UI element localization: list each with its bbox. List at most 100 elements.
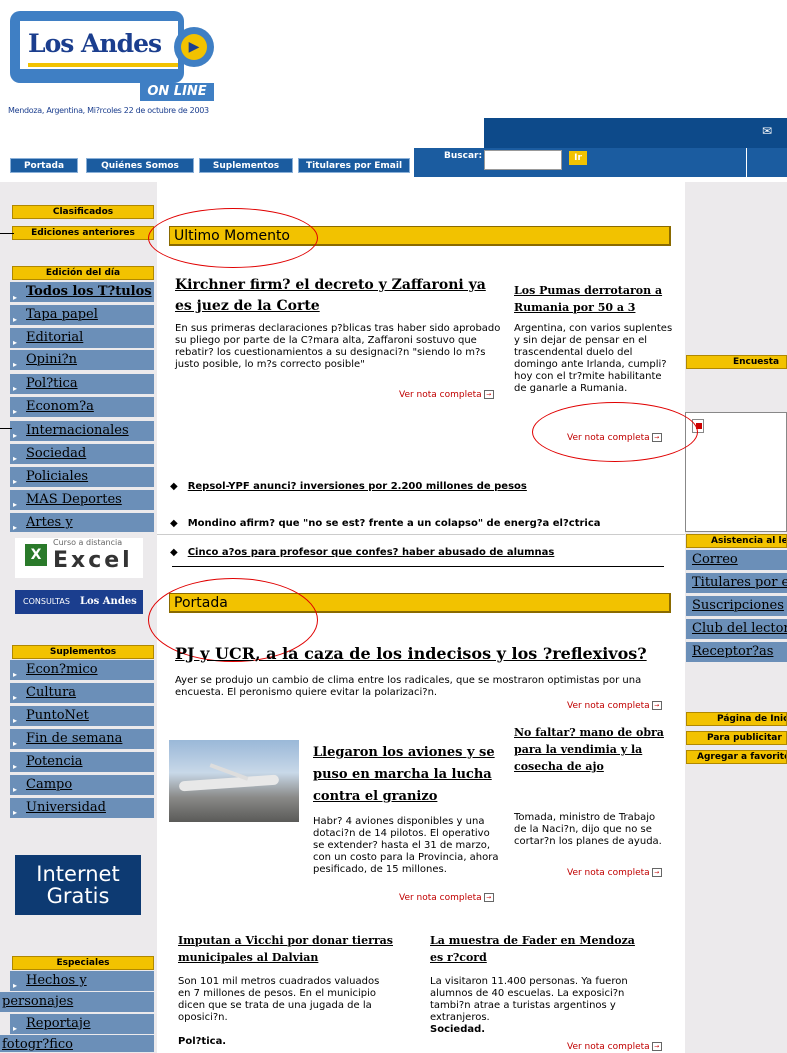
sidebar-item-personajes[interactable]: personajes <box>0 992 154 1013</box>
especiales-header: Especiales <box>12 956 154 970</box>
nav-titulares-email[interactable]: Titulares por Email <box>298 158 410 173</box>
right-sidebar <box>685 182 787 1053</box>
portada-main-headline[interactable]: PJ y UCR, a la caza de los indecisos y l… <box>175 644 655 664</box>
sidebar-item-todos-titulos[interactable]: ▸ Todos los T?tulos <box>10 282 154 303</box>
encuesta-box <box>685 412 787 532</box>
divider <box>157 534 685 535</box>
sidebar-item-opinion[interactable]: ▸ Opini?n <box>10 350 154 371</box>
story5-more[interactable]: Ver nota completa → <box>567 1042 662 1052</box>
logo-online: ON LINE <box>140 83 214 101</box>
sidebar-item-campo[interactable]: ▸ Campo <box>10 775 154 796</box>
search-button[interactable]: Ir <box>569 151 587 165</box>
right-item-suscripciones[interactable]: Suscripciones <box>686 596 787 617</box>
arrow-icon: → <box>651 1042 662 1051</box>
logo-name: Los Andes <box>28 29 162 58</box>
sidebar-item-internacionales[interactable]: ▸ Internacionales <box>10 421 154 442</box>
sidebar-item-mas-deportes[interactable]: ▸ MAS Deportes <box>10 490 154 511</box>
story5-section: Sociedad. <box>430 1024 486 1035</box>
sidebar-item-reportaje[interactable]: ▸ Reportaje <box>10 1014 154 1035</box>
annotation-line <box>0 428 12 429</box>
internet-gratis-ad[interactable]: Internet Gratis <box>15 855 141 915</box>
right-item-correo[interactable]: Correo <box>686 550 787 571</box>
suplementos-header: Suplementos <box>12 645 154 659</box>
search-input[interactable] <box>484 150 562 170</box>
story2-more[interactable]: Ver nota completa → <box>399 893 494 903</box>
portada-main-more[interactable]: Ver nota completa → <box>567 701 662 711</box>
bullet-item[interactable]: ◆ Repsol-YPF anunci? inversiones por 2.20… <box>170 481 527 492</box>
publicitar-button[interactable]: Para publicitar <box>686 731 787 745</box>
nav-portada[interactable]: Portada <box>10 158 78 173</box>
story3-headline[interactable]: No faltar? mano de obra para la vendimia… <box>514 724 664 775</box>
sidebar-item-fin-de-semana[interactable]: ▸ Fin de semana <box>10 729 154 750</box>
bullet-item[interactable]: ◆ Cinco a?os para profesor que confes? ha… <box>170 547 554 558</box>
story2-body: Habr? 4 aviones disponibles y una dotaci… <box>313 816 499 875</box>
arrow-icon: → <box>651 701 662 710</box>
planes-photo[interactable] <box>169 740 299 822</box>
consultas-label: CONSULTAS <box>23 597 70 606</box>
sidebar-item-sociedad[interactable]: ▸ Sociedad <box>10 444 154 465</box>
arrow-icon: → <box>483 893 494 902</box>
sidebar-item-economico[interactable]: ▸ Econ?mico <box>10 660 154 681</box>
story3-more[interactable]: Ver nota completa → <box>567 868 662 878</box>
story5-body: La visitaron 11.400 personas. Ya fueron … <box>430 976 628 1023</box>
portada-main-body: Ayer se produjo un cambio de clima entre… <box>175 675 642 698</box>
right-item-club[interactable]: Club del lector <box>686 619 787 640</box>
sidebar-item-hechos[interactable]: ▸ Hechos y <box>10 971 154 992</box>
right-item-titulares[interactable]: Titulares por e-mail <box>686 573 787 594</box>
favoritos-button[interactable]: Agregar a favoritos <box>686 750 787 764</box>
bullet-icon: ◆ <box>170 547 178 558</box>
dateline: Mendoza, Argentina, Mi?rcoles 22 de octu… <box>8 106 209 115</box>
sidebar-item-puntonet[interactable]: ▸ PuntoNet <box>10 706 154 727</box>
sidebar-item-tapa-papel[interactable]: ▸ Tapa papel <box>10 305 154 326</box>
arrow-icon: → <box>483 390 494 399</box>
excel-icon: X <box>25 544 47 566</box>
ultimo-side-body: Argentina, con varios suplentes y sin de… <box>514 323 673 394</box>
sidebar-item-fotografico[interactable]: fotogr?fico <box>0 1035 154 1053</box>
ultimo-main-body: En sus primeras declaraciones p?blicas t… <box>175 323 501 370</box>
sidebar-item-universidad[interactable]: ▸ Universidad <box>10 798 154 819</box>
edicion-del-dia-header: Edición del día <box>12 266 154 280</box>
story2-headline[interactable]: Llegaron los aviones y se puso en marcha… <box>313 742 498 808</box>
arrow-icon: → <box>651 868 662 877</box>
top-blue-bar <box>484 118 787 148</box>
ultimo-side-headline[interactable]: Los Pumas derrotaron a Rumania por 50 a … <box>514 282 674 316</box>
divider <box>172 566 664 567</box>
pagina-inicio-button[interactable]: Página de Inicio <box>686 712 787 726</box>
play-icon: ▶ <box>181 34 207 60</box>
sidebar-item-artes[interactable]: ▸ Artes y <box>10 513 154 533</box>
sidebar-item-economia[interactable]: ▸ Econom?a <box>10 397 154 418</box>
sidebar-item-cultura[interactable]: ▸ Cultura <box>10 683 154 704</box>
divider <box>746 148 747 177</box>
excel-course-ad[interactable]: X Curso a distancia Excel <box>15 538 143 578</box>
nav-suplementos[interactable]: Suplementos <box>199 158 293 173</box>
sidebar-item-policiales[interactable]: ▸ Policiales <box>10 467 154 488</box>
encuesta-header: Encuesta <box>686 355 787 369</box>
excel-ad-text: Excel <box>53 548 133 573</box>
bullet-icon: ◆ <box>170 518 178 529</box>
right-item-receptorias[interactable]: Receptor?as <box>686 642 787 663</box>
story3-body: Tomada, ministro de Trabajo de la Naci?n… <box>514 812 662 847</box>
internet-ad-line1: Internet <box>36 862 120 886</box>
story4-body: Son 101 mil metros cuadrados valuados en… <box>178 976 380 1023</box>
ultimo-main-headline[interactable]: Kirchner firm? el decreto y Zaffaroni ya… <box>175 275 505 317</box>
annotation-circle <box>148 208 318 268</box>
search-label: Buscar: <box>444 151 483 161</box>
ultimo-main-more[interactable]: Ver nota completa → <box>399 390 494 400</box>
consultas-ad[interactable]: CONSULTAS Los Andes <box>15 590 143 614</box>
sidebar-item-potencia[interactable]: ▸ Potencia <box>10 752 154 773</box>
mail-icon[interactable]: ✉ <box>762 124 772 138</box>
clasificados-button[interactable]: Clasificados <box>12 205 154 219</box>
nav-quienes-somos[interactable]: Quiénes Somos <box>86 158 194 173</box>
story5-headline[interactable]: La muestra de Fader en Mendoza es r?cord <box>430 932 650 966</box>
annotation-line <box>0 233 14 234</box>
bullet-item[interactable]: ◆ Mondino afirm? que "no se est? frente a… <box>170 518 601 529</box>
sidebar-item-politica[interactable]: ▸ Pol?tica <box>10 374 154 395</box>
ediciones-anteriores-button[interactable]: Ediciones anteriores <box>12 226 154 240</box>
sidebar-item-editorial[interactable]: ▸ Editorial <box>10 328 154 349</box>
bullet-icon: ◆ <box>170 481 178 492</box>
internet-ad-line2: Gratis <box>46 884 110 908</box>
los-andes-logo[interactable]: Los Andes ▶ ON LINE <box>10 11 214 103</box>
story4-headline[interactable]: Imputan a Vicchi por donar tierras munic… <box>178 932 398 966</box>
excel-ad-top: Curso a distancia <box>53 538 123 547</box>
consultas-brand: Los Andes <box>79 596 137 607</box>
